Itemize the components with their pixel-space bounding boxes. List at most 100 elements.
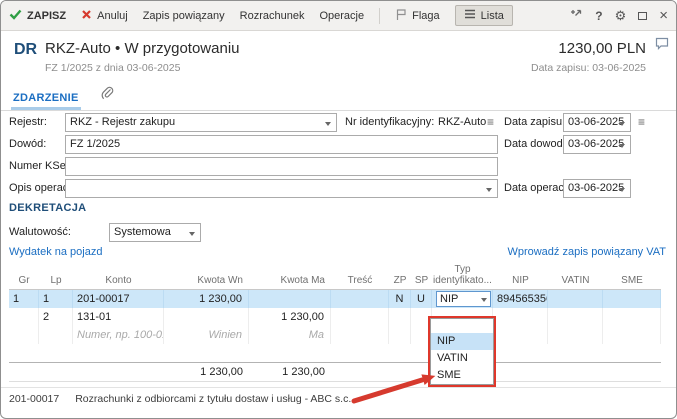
col-gr[interactable]: Gr bbox=[9, 263, 39, 289]
table-header-row: Gr Lp Konto Kwota Wn Kwota Ma Treść ZP S… bbox=[9, 263, 661, 290]
cell-lp: 2 bbox=[39, 308, 73, 326]
sum-spacer bbox=[603, 363, 661, 381]
sum-spacer bbox=[548, 363, 603, 381]
table-row[interactable]: 2 131-01 1 230,00 bbox=[9, 308, 661, 326]
chevron-down-icon bbox=[189, 232, 195, 236]
data-operacji-label: Data operacji: bbox=[504, 179, 572, 198]
doc-type-badge: DR bbox=[14, 41, 37, 59]
cell-vatin bbox=[548, 326, 603, 344]
col-tresc[interactable]: Treść bbox=[331, 263, 389, 289]
operations-button[interactable]: Operacje bbox=[319, 10, 364, 22]
cell-konto: 201-00017 bbox=[73, 290, 164, 308]
col-kwota-ma[interactable]: Kwota Ma bbox=[249, 263, 331, 289]
dropdown-option-nip[interactable]: NIP bbox=[431, 333, 493, 350]
flag-button[interactable]: Flaga bbox=[395, 8, 440, 24]
data-zapisu-picker[interactable]: 03-06-2025 bbox=[563, 113, 631, 132]
nr-id-menu-icon[interactable]: ≡ bbox=[487, 113, 494, 132]
cell-sp: U bbox=[411, 290, 432, 308]
dropdown-blank-option[interactable] bbox=[431, 319, 493, 333]
data-zapisu-value: 03-06-2025 bbox=[568, 116, 624, 128]
list-button[interactable]: Lista bbox=[455, 5, 513, 26]
walutowosc-combo[interactable]: Systemowa bbox=[109, 223, 201, 242]
table-new-row[interactable]: Numer, np. 100-01 Winien Ma bbox=[9, 326, 661, 344]
cell-ma-placeholder[interactable]: Ma bbox=[249, 326, 331, 344]
cell-vatin bbox=[548, 308, 603, 326]
col-sp[interactable]: SP bbox=[411, 263, 432, 289]
table-empty-space bbox=[9, 344, 661, 362]
dowod-input[interactable]: FZ 1/2025 bbox=[65, 135, 498, 154]
opis-operacji-combo[interactable] bbox=[65, 179, 498, 198]
col-sme[interactable]: SME bbox=[603, 263, 661, 289]
status-account: 201-00017 bbox=[9, 393, 59, 408]
chevron-down-icon bbox=[325, 122, 331, 126]
cell-gr: 1 bbox=[9, 290, 39, 308]
window-controls: ? ⚙ × bbox=[569, 7, 668, 24]
data-zapisu-menu-icon[interactable]: ≡ bbox=[638, 113, 645, 132]
save-date-text: Data zapisu: 03-06-2025 bbox=[531, 62, 646, 74]
close-icon[interactable]: × bbox=[659, 9, 668, 22]
maximize-icon[interactable] bbox=[638, 12, 647, 20]
paperclip-icon[interactable] bbox=[101, 86, 114, 110]
app-window: ZAPISZ Anuluj Zapis powiązany Rozrachune… bbox=[0, 0, 677, 419]
pin-icon[interactable] bbox=[569, 7, 583, 24]
operations-label: Operacje bbox=[319, 10, 364, 22]
cancel-label: Anuluj bbox=[97, 10, 128, 22]
col-kwota-wn[interactable]: Kwota Wn bbox=[164, 263, 249, 289]
cell-tresc bbox=[331, 326, 389, 344]
related-entry-button[interactable]: Zapis powiązany bbox=[143, 10, 225, 22]
table-sum-row: 1 230,00 1 230,00 bbox=[9, 362, 661, 382]
cell-zp: N bbox=[389, 290, 411, 308]
table-row[interactable]: 1 1 201-00017 1 230,00 N U NIP 894565356… bbox=[9, 290, 661, 308]
col-zp[interactable]: ZP bbox=[389, 263, 411, 289]
cell-kwota-wn: 1 230,00 bbox=[164, 290, 249, 308]
cell-tresc bbox=[331, 290, 389, 308]
cell-gr bbox=[9, 308, 39, 326]
doc-subtitle: FZ 1/2025 z dnia 03-06-2025 bbox=[45, 62, 180, 74]
annotation-arrow bbox=[346, 363, 446, 411]
cell-konto-placeholder[interactable]: Numer, np. 100-01 bbox=[73, 326, 164, 344]
gear-icon[interactable]: ⚙ bbox=[615, 9, 627, 22]
cell-konto: 131-01 bbox=[73, 308, 164, 326]
chevron-down-icon bbox=[486, 188, 492, 192]
col-typ-identyfikatora[interactable]: Typ identyfikato... bbox=[432, 263, 493, 289]
chevron-down-icon bbox=[619, 144, 625, 148]
col-konto[interactable]: Konto bbox=[73, 263, 164, 289]
data-operacji-picker[interactable]: 03-06-2025 bbox=[563, 179, 631, 198]
data-dowodu-value: 03-06-2025 bbox=[568, 138, 624, 150]
cell-nip bbox=[493, 308, 548, 326]
cell-sme bbox=[603, 290, 661, 308]
related-entry-label: Zapis powiązany bbox=[143, 10, 225, 22]
nr-id-value[interactable]: RKZ-Auto bbox=[438, 113, 486, 132]
rejestr-combo[interactable]: RKZ - Rejestr zakupu bbox=[65, 113, 337, 132]
cell-typ: NIP bbox=[432, 290, 493, 308]
sum-spacer bbox=[73, 363, 164, 381]
data-dowodu-picker[interactable]: 03-06-2025 bbox=[563, 135, 631, 154]
flag-icon bbox=[395, 8, 407, 24]
settlement-button[interactable]: Rozrachunek bbox=[240, 10, 305, 22]
cell-nip bbox=[493, 326, 548, 344]
help-icon[interactable]: ? bbox=[595, 9, 602, 23]
cell-tresc bbox=[331, 308, 389, 326]
col-vatin[interactable]: VATIN bbox=[548, 263, 603, 289]
cell-wn-placeholder[interactable]: Winien bbox=[164, 326, 249, 344]
cell-nip: 8945653563 bbox=[493, 290, 548, 308]
note-icon[interactable] bbox=[655, 37, 669, 55]
sum-spacer bbox=[9, 363, 39, 381]
save-button[interactable]: ZAPISZ bbox=[9, 9, 66, 23]
amount-total: 1230,00 PLN bbox=[558, 40, 646, 57]
cell-sme bbox=[603, 326, 661, 344]
cancel-button[interactable]: Anuluj bbox=[81, 9, 128, 23]
numer-ksef-input[interactable] bbox=[65, 157, 498, 176]
typ-identyfikatora-combo[interactable]: NIP bbox=[436, 291, 491, 307]
walutowosc-value: Systemowa bbox=[114, 226, 171, 238]
tab-zdarzenie[interactable]: ZDARZENIE bbox=[11, 88, 81, 110]
vehicle-expense-link[interactable]: Wydatek na pojazd bbox=[9, 246, 102, 258]
col-lp[interactable]: Lp bbox=[39, 263, 73, 289]
nr-id-label: Nr identyfikacyjny: bbox=[345, 113, 434, 132]
vat-related-entry-link[interactable]: Wprowadź zapis powiązany VAT bbox=[507, 246, 666, 258]
cell-gr bbox=[9, 326, 39, 344]
toolbar: ZAPISZ Anuluj Zapis powiązany Rozrachune… bbox=[1, 1, 676, 31]
col-nip[interactable]: NIP bbox=[493, 263, 548, 289]
sum-kwota-ma: 1 230,00 bbox=[249, 363, 331, 381]
decree-table: Gr Lp Konto Kwota Wn Kwota Ma Treść ZP S… bbox=[9, 263, 661, 382]
